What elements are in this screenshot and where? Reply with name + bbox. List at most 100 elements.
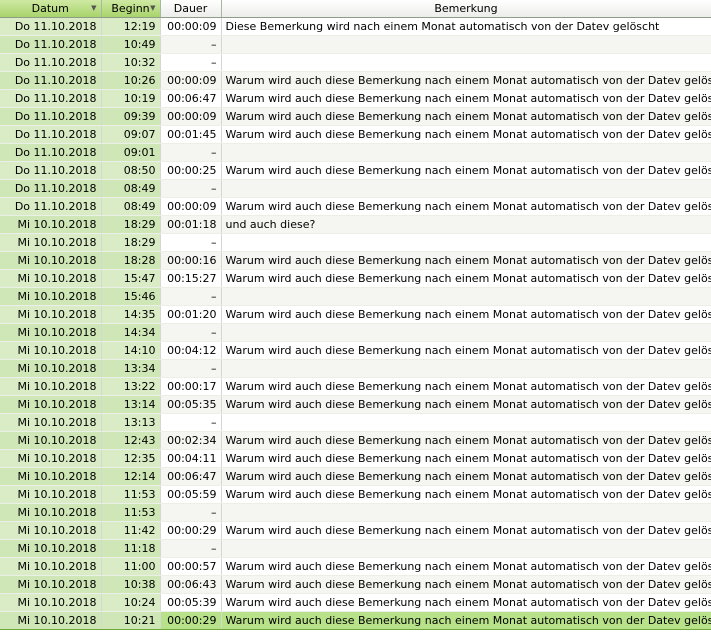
column-header-datum[interactable]: Datum ▼ xyxy=(0,0,102,18)
duration-cell: 00:06:47 xyxy=(160,467,222,486)
start-time-cell: 11:53 xyxy=(101,503,161,522)
table-row[interactable]: Mi 10.10.2018 18:29– xyxy=(0,233,711,252)
table-row[interactable]: Mi 10.10.2018 11:53– xyxy=(0,503,711,522)
sort-arrow-icon: ▼ xyxy=(91,4,97,12)
table-row[interactable]: Mi 10.10.2018 11:42 00:00:29 Warum wird auc… xyxy=(0,521,711,540)
start-time-cell: 15:46 xyxy=(101,287,161,306)
duration-cell: 00:00:09 xyxy=(160,107,222,126)
date-cell: Mi 10.10.2018 xyxy=(0,449,102,468)
date-cell: Mi 10.10.2018 xyxy=(0,593,102,612)
table-row[interactable]: Do 11.10.2018 08:50 00:00:25 Warum wird auc… xyxy=(0,161,711,180)
table-row[interactable]: Mi 10.10.2018 10:21 00:00:29 Warum wird auc… xyxy=(0,611,711,630)
table-row[interactable]: Mi 10.10.2018 18:29 00:01:18 und auch diese… xyxy=(0,215,711,234)
table-row[interactable]: Mi 10.10.2018 14:10 00:04:12 Warum wird auc… xyxy=(0,341,711,360)
note-cell: Warum wird auch diese Bemerkung nach ein… xyxy=(221,521,711,540)
start-time-cell: 13:13 xyxy=(101,413,161,432)
column-header-label: Datum xyxy=(31,2,69,15)
date-cell: Do 11.10.2018 xyxy=(0,107,102,126)
note-cell: Warum wird auch diese Bemerkung nach ein… xyxy=(221,557,711,576)
header-row: Datum ▼ Beginn ▼ Dauer Bemerkung xyxy=(0,0,711,18)
table-row[interactable]: Mi 10.10.2018 13:13– xyxy=(0,413,711,432)
duration-cell: – xyxy=(160,179,222,198)
note-cell: Warum wird auch diese Bemerkung nach ein… xyxy=(221,485,711,504)
duration-cell: – xyxy=(160,503,222,522)
table-row[interactable]: Mi 10.10.2018 12:43 00:02:34 Warum wird auc… xyxy=(0,431,711,450)
duration-cell: 00:04:11 xyxy=(160,449,222,468)
table-row[interactable]: Mi 10.10.2018 14:35 00:01:20 Warum wird auc… xyxy=(0,305,711,324)
table-row[interactable]: Mi 10.10.2018 11:00 00:00:57 Warum wird auc… xyxy=(0,557,711,576)
start-time-cell: 11:18 xyxy=(101,539,161,558)
table-row[interactable]: Mi 10.10.2018 15:47 00:15:27 Warum wird auc… xyxy=(0,269,711,288)
table-row[interactable]: Do 11.10.2018 10:19 00:06:47 Warum wird auc… xyxy=(0,89,711,108)
note-cell xyxy=(221,143,711,162)
note-cell xyxy=(221,323,711,342)
date-cell: Do 11.10.2018 xyxy=(0,53,102,72)
table-row[interactable]: Mi 10.10.2018 13:34– xyxy=(0,359,711,378)
date-cell: Mi 10.10.2018 xyxy=(0,215,102,234)
table-row[interactable]: Mi 10.10.2018 11:53 00:05:59 Warum wird auc… xyxy=(0,485,711,504)
date-cell: Do 11.10.2018 xyxy=(0,197,102,216)
duration-cell: 00:04:12 xyxy=(160,341,222,360)
note-cell: Diese Bemerkung wird nach einem Monat au… xyxy=(221,17,711,36)
note-cell: Warum wird auch diese Bemerkung nach ein… xyxy=(221,305,711,324)
start-time-cell: 10:38 xyxy=(101,575,161,594)
table-row[interactable]: Mi 10.10.2018 14:34– xyxy=(0,323,711,342)
start-time-cell: 13:14 xyxy=(101,395,161,414)
table-row[interactable]: Mi 10.10.2018 10:24 00:05:39 Warum wird auc… xyxy=(0,593,711,612)
table-row[interactable]: Do 11.10.2018 09:39 00:00:09 Warum wird auc… xyxy=(0,107,711,126)
date-cell: Mi 10.10.2018 xyxy=(0,377,102,396)
column-header-bemerkung[interactable]: Bemerkung xyxy=(221,0,711,18)
grid-body: Do 11.10.2018 12:19 00:00:09 Diese Bemerkun… xyxy=(0,17,711,630)
table-row[interactable]: Do 11.10.2018 12:19 00:00:09 Diese Bemerkun… xyxy=(0,17,711,36)
table-row[interactable]: Do 11.10.2018 10:32– xyxy=(0,53,711,72)
table-row[interactable]: Do 11.10.2018 10:26 00:00:09 Warum wird auc… xyxy=(0,71,711,90)
duration-cell: – xyxy=(160,35,222,54)
note-cell: Warum wird auch diese Bemerkung nach ein… xyxy=(221,161,711,180)
column-header-dauer[interactable]: Dauer xyxy=(160,0,222,18)
column-header-label: Dauer xyxy=(173,2,208,15)
table-row[interactable]: Mi 10.10.2018 12:14 00:06:47 Warum wird auc… xyxy=(0,467,711,486)
table-row[interactable]: Mi 10.10.2018 15:46– xyxy=(0,287,711,306)
start-time-cell: 10:24 xyxy=(101,593,161,612)
start-time-cell: 10:26 xyxy=(101,71,161,90)
table-row[interactable]: Do 11.10.2018 08:49 00:00:09 Warum wird auc… xyxy=(0,197,711,216)
note-cell: Warum wird auch diese Bemerkung nach ein… xyxy=(221,395,711,414)
duration-cell: 00:01:45 xyxy=(160,125,222,144)
date-cell: Mi 10.10.2018 xyxy=(0,251,102,270)
start-time-cell: 10:32 xyxy=(101,53,161,72)
duration-cell: 00:00:09 xyxy=(160,71,222,90)
date-cell: Do 11.10.2018 xyxy=(0,89,102,108)
note-cell xyxy=(221,35,711,54)
start-time-cell: 12:43 xyxy=(101,431,161,450)
duration-cell: 00:00:25 xyxy=(160,161,222,180)
start-time-cell: 09:07 xyxy=(101,125,161,144)
note-cell: Warum wird auch diese Bemerkung nach ein… xyxy=(221,197,711,216)
note-cell: Warum wird auch diese Bemerkung nach ein… xyxy=(221,467,711,486)
duration-cell: – xyxy=(160,539,222,558)
duration-cell: 00:06:43 xyxy=(160,575,222,594)
start-time-cell: 14:34 xyxy=(101,323,161,342)
start-time-cell: 11:42 xyxy=(101,521,161,540)
column-header-beginn[interactable]: Beginn ▼ xyxy=(101,0,161,18)
table-row[interactable]: Do 11.10.2018 08:49– xyxy=(0,179,711,198)
start-time-cell: 08:49 xyxy=(101,197,161,216)
duration-cell: 00:00:29 xyxy=(160,611,222,630)
table-row[interactable]: Mi 10.10.2018 18:28 00:00:16 Warum wird auc… xyxy=(0,251,711,270)
note-cell: Warum wird auch diese Bemerkung nach ein… xyxy=(221,341,711,360)
note-cell: Warum wird auch diese Bemerkung nach ein… xyxy=(221,269,711,288)
table-row[interactable]: Mi 10.10.2018 11:18– xyxy=(0,539,711,558)
column-header-label: Beginn xyxy=(111,2,150,15)
table-row[interactable]: Do 11.10.2018 10:49– xyxy=(0,35,711,54)
table-row[interactable]: Mi 10.10.2018 13:22 00:00:17 Warum wird auc… xyxy=(0,377,711,396)
start-time-cell: 09:01 xyxy=(101,143,161,162)
start-time-cell: 12:19 xyxy=(101,17,161,36)
duration-cell: 00:05:59 xyxy=(160,485,222,504)
table-row[interactable]: Do 11.10.2018 09:01– xyxy=(0,143,711,162)
table-row[interactable]: Do 11.10.2018 09:07 00:01:45 Warum wird auc… xyxy=(0,125,711,144)
table-row[interactable]: Mi 10.10.2018 13:14 00:05:35 Warum wird auc… xyxy=(0,395,711,414)
duration-cell: 00:00:09 xyxy=(160,197,222,216)
table-row[interactable]: Mi 10.10.2018 10:38 00:06:43 Warum wird auc… xyxy=(0,575,711,594)
table-row[interactable]: Mi 10.10.2018 12:35 00:04:11 Warum wird auc… xyxy=(0,449,711,468)
duration-cell: 00:00:17 xyxy=(160,377,222,396)
date-cell: Do 11.10.2018 xyxy=(0,17,102,36)
